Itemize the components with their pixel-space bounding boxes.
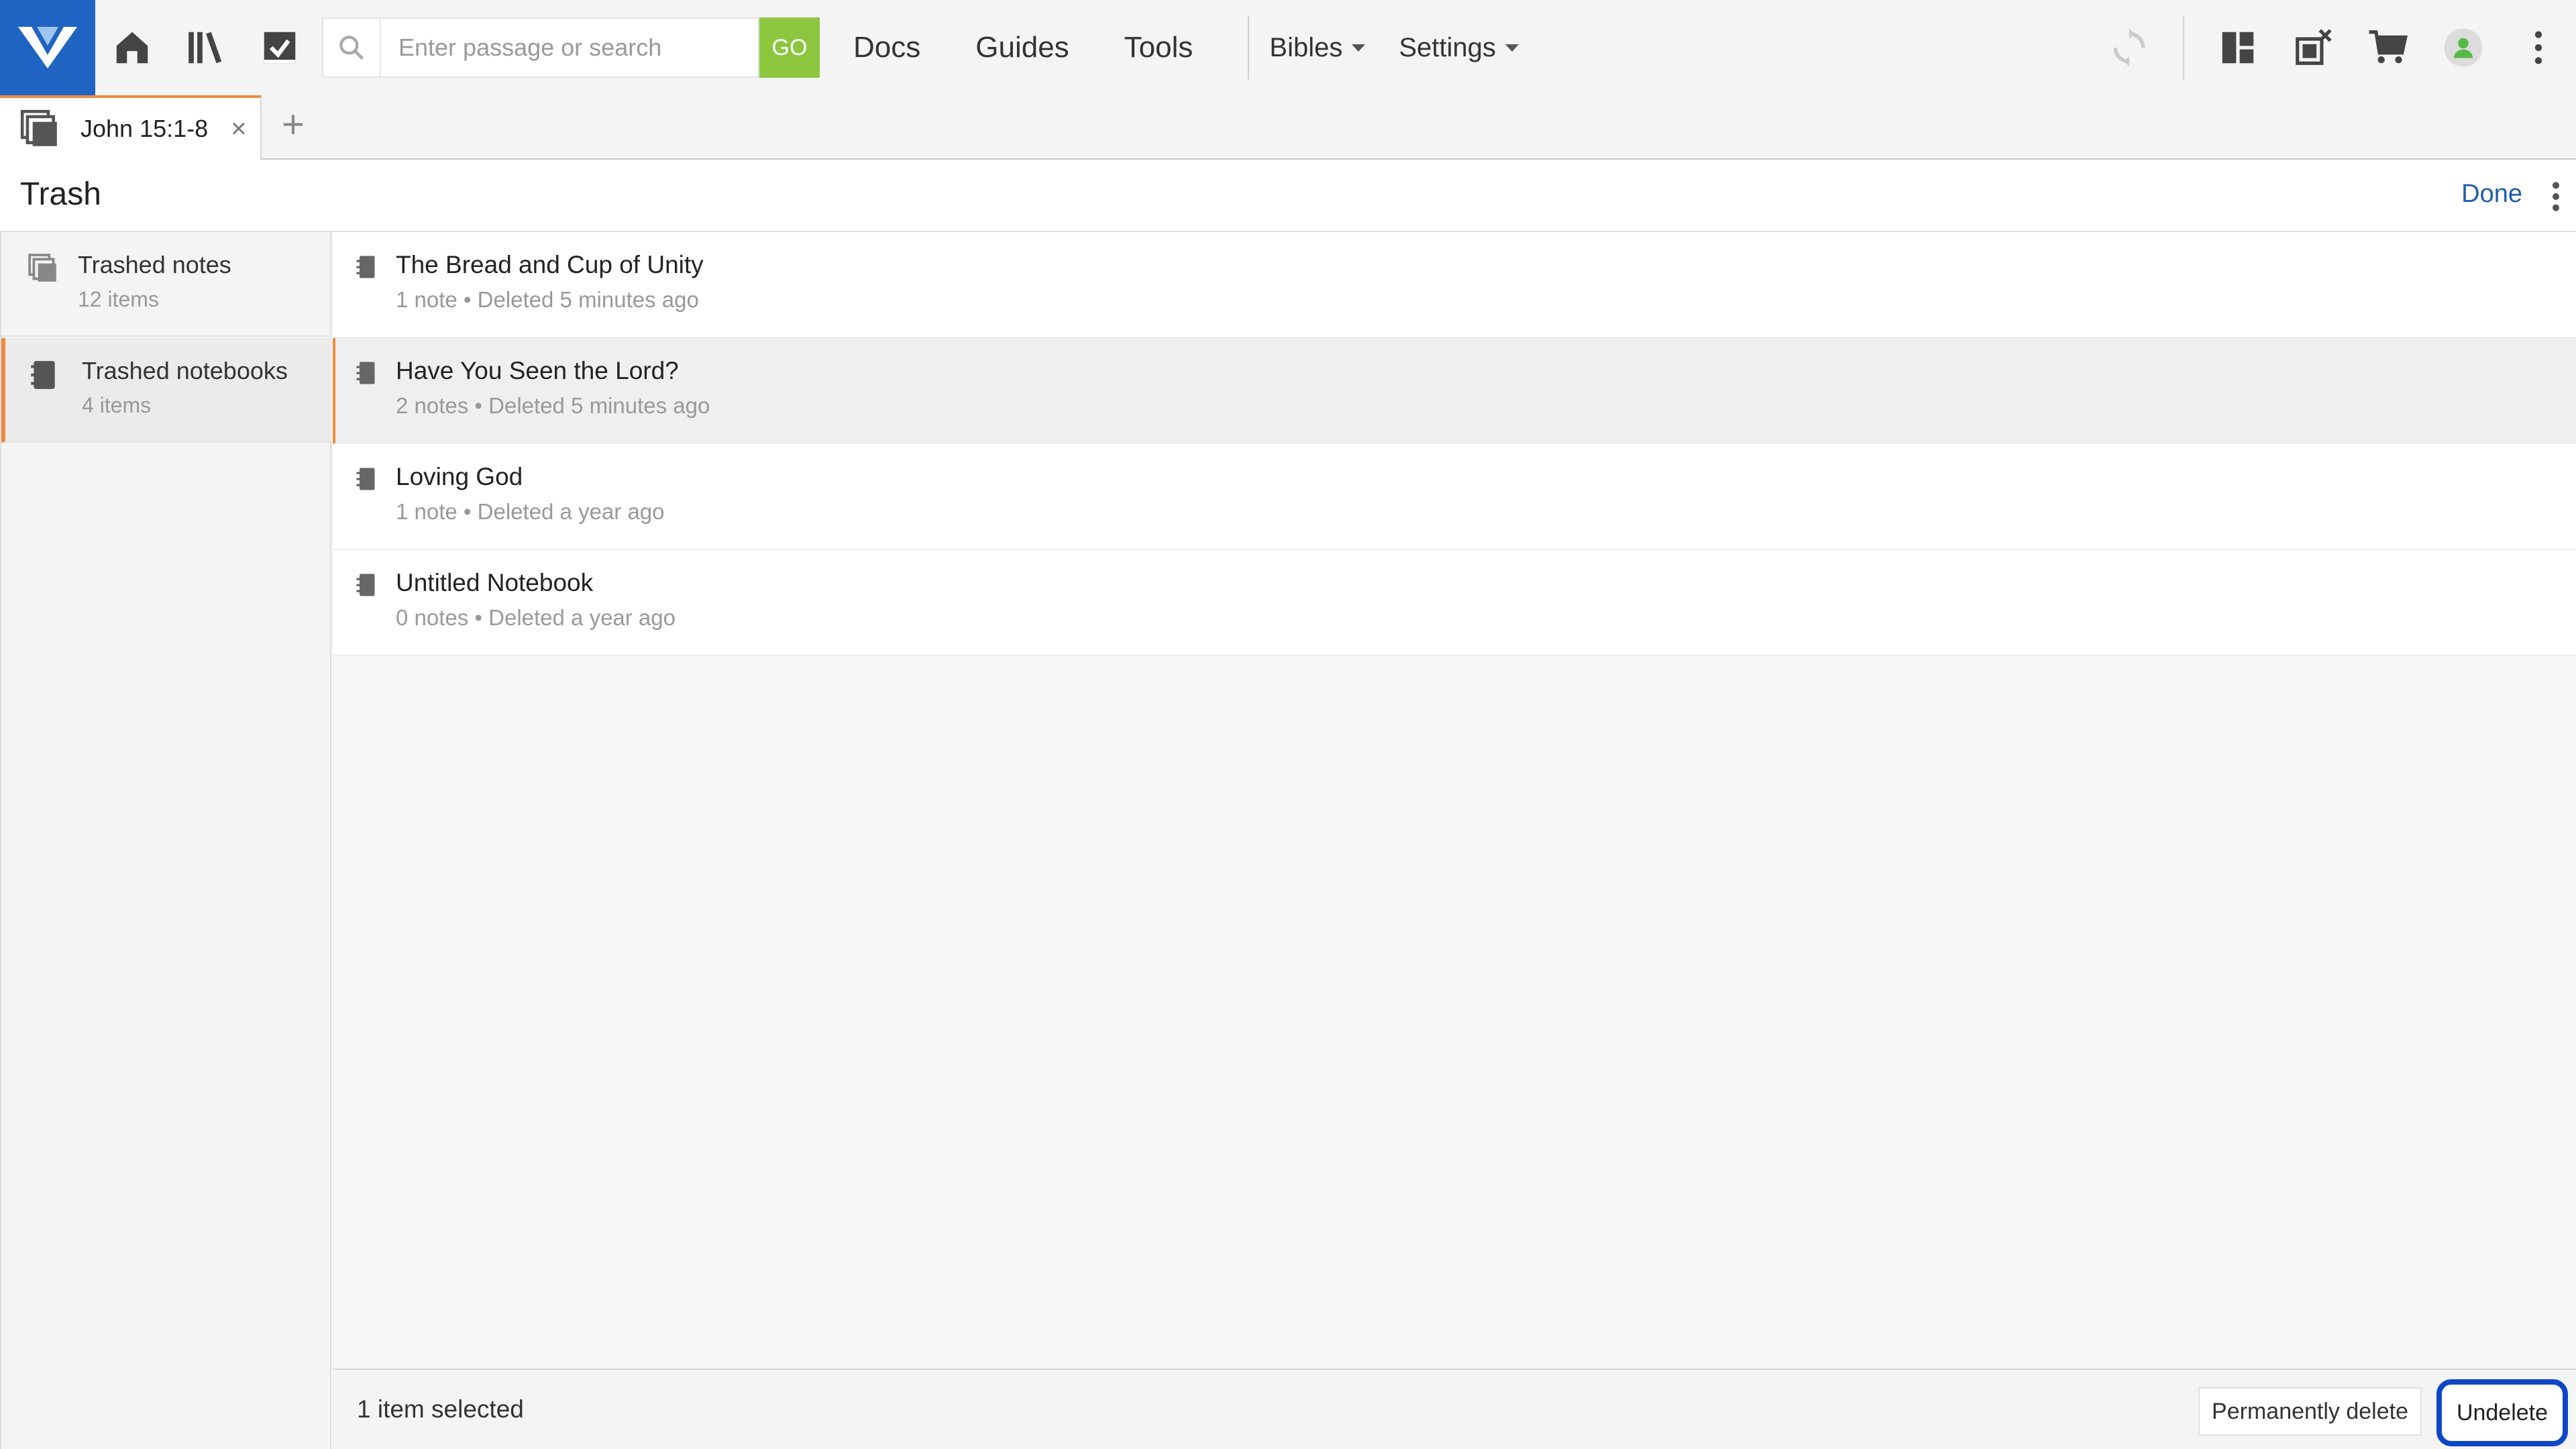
more-menu-button[interactable] xyxy=(2501,0,2576,95)
selection-count: 1 item selected xyxy=(357,1395,524,1423)
caret-down-icon xyxy=(1352,44,1366,52)
go-button[interactable]: GO xyxy=(759,17,820,78)
notebook-icon xyxy=(356,256,375,278)
user-avatar-icon xyxy=(2444,28,2483,67)
checklist-icon xyxy=(264,32,296,64)
search-input[interactable] xyxy=(381,19,758,76)
new-tab-button[interactable]: + xyxy=(282,105,305,145)
search-box xyxy=(322,17,759,78)
main-nav: Docs Guides Tools xyxy=(853,31,1248,64)
close-icon[interactable]: × xyxy=(231,114,246,144)
undelete-button[interactable]: Undelete xyxy=(2436,1379,2568,1446)
cart-button[interactable] xyxy=(2351,0,2426,95)
close-panels-icon xyxy=(2296,29,2332,65)
toolbar-divider xyxy=(1248,15,1250,80)
trashed-notebooks-list: The Bread and Cup of Unity 1 note • Dele… xyxy=(333,232,2576,656)
reading-plans-button[interactable] xyxy=(243,0,317,95)
list-item[interactable]: Have You Seen the Lord? 2 notes • Delete… xyxy=(333,338,2576,444)
notebook-icon xyxy=(356,574,375,596)
nav-guides[interactable]: Guides xyxy=(975,31,1069,64)
search-area: GO xyxy=(322,17,820,78)
caret-down-icon xyxy=(1505,44,1519,52)
list-item-title: Loving God xyxy=(396,463,523,490)
selection-action-bar: 1 item selected Permanently delete Undel… xyxy=(333,1368,2576,1449)
list-item-title: Have You Seen the Lord? xyxy=(396,357,679,384)
sidebar-item-label: Trashed notebooks xyxy=(82,357,288,384)
notes-stack-icon xyxy=(28,254,56,282)
tab-label: John 15:1-8 xyxy=(80,115,209,142)
more-vertical-icon xyxy=(2534,31,2542,64)
list-item-meta: 1 note • Deleted a year ago xyxy=(396,499,665,524)
list-item-meta: 0 notes • Deleted a year ago xyxy=(396,605,676,630)
sidebar-item-trashed-notebooks[interactable]: Trashed notebooks 4 items xyxy=(1,338,331,443)
notebook-icon xyxy=(31,361,55,389)
home-icon xyxy=(116,32,148,64)
home-button[interactable] xyxy=(95,0,169,95)
list-item-title: The Bread and Cup of Unity xyxy=(396,251,704,278)
panel-header: Trash Done xyxy=(0,160,2576,232)
bibles-label: Bibles xyxy=(1269,32,1343,62)
settings-dropdown[interactable]: Settings xyxy=(1399,33,1519,63)
permanently-delete-button[interactable]: Permanently delete xyxy=(2198,1387,2422,1436)
close-panels-button[interactable] xyxy=(2275,0,2351,95)
library-button[interactable] xyxy=(169,0,243,95)
trash-sidebar: Trashed notes 12 items Trashed notebooks… xyxy=(0,232,331,1449)
cart-icon xyxy=(2369,30,2408,64)
tab-john-15[interactable]: John 15:1-8 × xyxy=(0,95,262,160)
sidebar-item-label: Trashed notes xyxy=(78,251,231,278)
nav-tools[interactable]: Tools xyxy=(1124,31,1193,64)
sidebar-item-count: 4 items xyxy=(82,393,152,417)
sidebar-item-count: 12 items xyxy=(78,287,159,311)
list-item-meta: 1 note • Deleted 5 minutes ago xyxy=(396,287,699,312)
toolbar-divider xyxy=(2183,15,2184,80)
sidebar-item-trashed-notes[interactable]: Trashed notes 12 items xyxy=(1,232,331,337)
page-title: Trash xyxy=(20,176,101,212)
top-toolbar: GO Docs Guides Tools Bibles Settings xyxy=(0,0,2576,95)
list-item-title: Untitled Notebook xyxy=(396,569,594,596)
settings-label: Settings xyxy=(1399,32,1496,62)
account-button[interactable] xyxy=(2426,0,2501,95)
list-item[interactable]: Loving God 1 note • Deleted a year ago xyxy=(333,444,2576,550)
list-item[interactable]: The Bread and Cup of Unity 1 note • Dele… xyxy=(333,232,2576,338)
notes-stack-icon xyxy=(20,109,57,146)
search-icon xyxy=(323,19,381,76)
nav-docs[interactable]: Docs xyxy=(853,31,920,64)
sync-icon xyxy=(2113,28,2145,67)
notebook-icon xyxy=(356,362,375,384)
toolbar-right xyxy=(2092,0,2576,95)
panel-menu-icon[interactable] xyxy=(2549,180,2563,213)
library-icon xyxy=(189,32,222,64)
notebook-icon xyxy=(356,468,375,490)
tab-strip: John 15:1-8 × + xyxy=(0,95,2576,160)
logos-logo-icon xyxy=(18,27,77,68)
layouts-button[interactable] xyxy=(2200,0,2275,95)
layout-icon xyxy=(2222,32,2254,64)
app-logo[interactable] xyxy=(0,0,95,95)
sync-button[interactable] xyxy=(2092,0,2167,95)
bibles-dropdown[interactable]: Bibles xyxy=(1269,32,1366,63)
list-item-meta: 2 notes • Deleted 5 minutes ago xyxy=(396,393,710,418)
done-button[interactable]: Done xyxy=(2461,180,2522,209)
list-item[interactable]: Untitled Notebook 0 notes • Deleted a ye… xyxy=(333,550,2576,656)
